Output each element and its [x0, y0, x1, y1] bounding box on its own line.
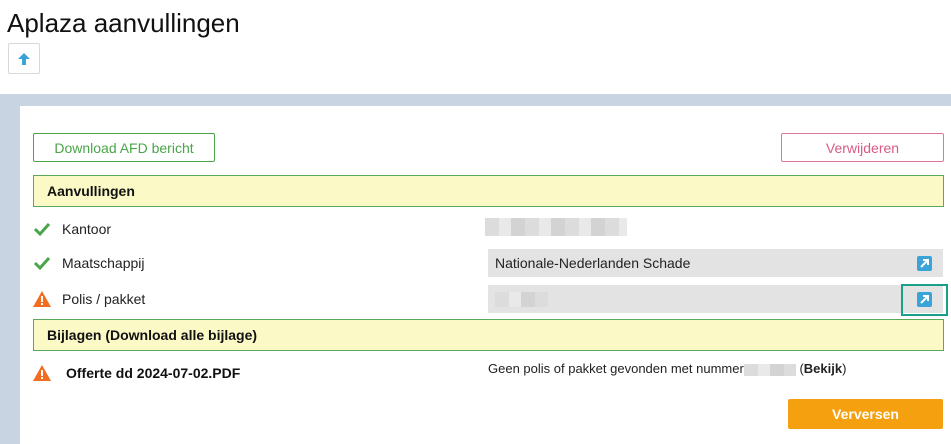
row-label-kantoor: Kantoor — [62, 221, 112, 237]
section-bijlagen[interactable]: Bijlagen (Download alle bijlage) — [33, 319, 944, 351]
bekijk-close: ) — [842, 361, 847, 376]
refresh-button[interactable]: Verversen — [788, 399, 943, 429]
external-link-icon — [919, 258, 929, 268]
warning-icon — [33, 365, 51, 381]
redacted-polis-value — [495, 292, 548, 307]
arrow-up-icon — [18, 52, 30, 65]
focus-highlight — [901, 284, 948, 316]
polis-pakket-value — [488, 285, 943, 313]
page-title: Aplaza aanvullingen — [7, 8, 240, 38]
bekijk-link[interactable]: Bekijk — [804, 361, 842, 376]
download-afd-button[interactable]: Download AFD bericht — [33, 133, 215, 162]
warning-icon — [33, 291, 51, 307]
maatschappij-value: Nationale-Nederlanden Schade — [488, 249, 943, 277]
row-label-polis-pakket: Polis / pakket — [62, 291, 146, 307]
row-label-maatschappij: Maatschappij — [62, 255, 145, 271]
redacted-kantoor-value — [485, 218, 627, 236]
attachment-name[interactable]: Offerte dd 2024-07-02.PDF — [66, 365, 240, 381]
up-button[interactable] — [8, 43, 40, 74]
attachment-message-text: Geen polis of pakket gevonden met nummer — [488, 361, 744, 376]
open-maatschappij-button[interactable] — [912, 253, 936, 273]
attachment-message: Geen polis of pakket gevonden met nummer… — [488, 361, 846, 376]
check-icon — [33, 256, 51, 271]
delete-button[interactable]: Verwijderen — [781, 133, 944, 162]
check-icon — [33, 222, 51, 237]
section-aanvullingen: Aanvullingen — [33, 175, 944, 207]
redacted-number — [743, 363, 796, 376]
